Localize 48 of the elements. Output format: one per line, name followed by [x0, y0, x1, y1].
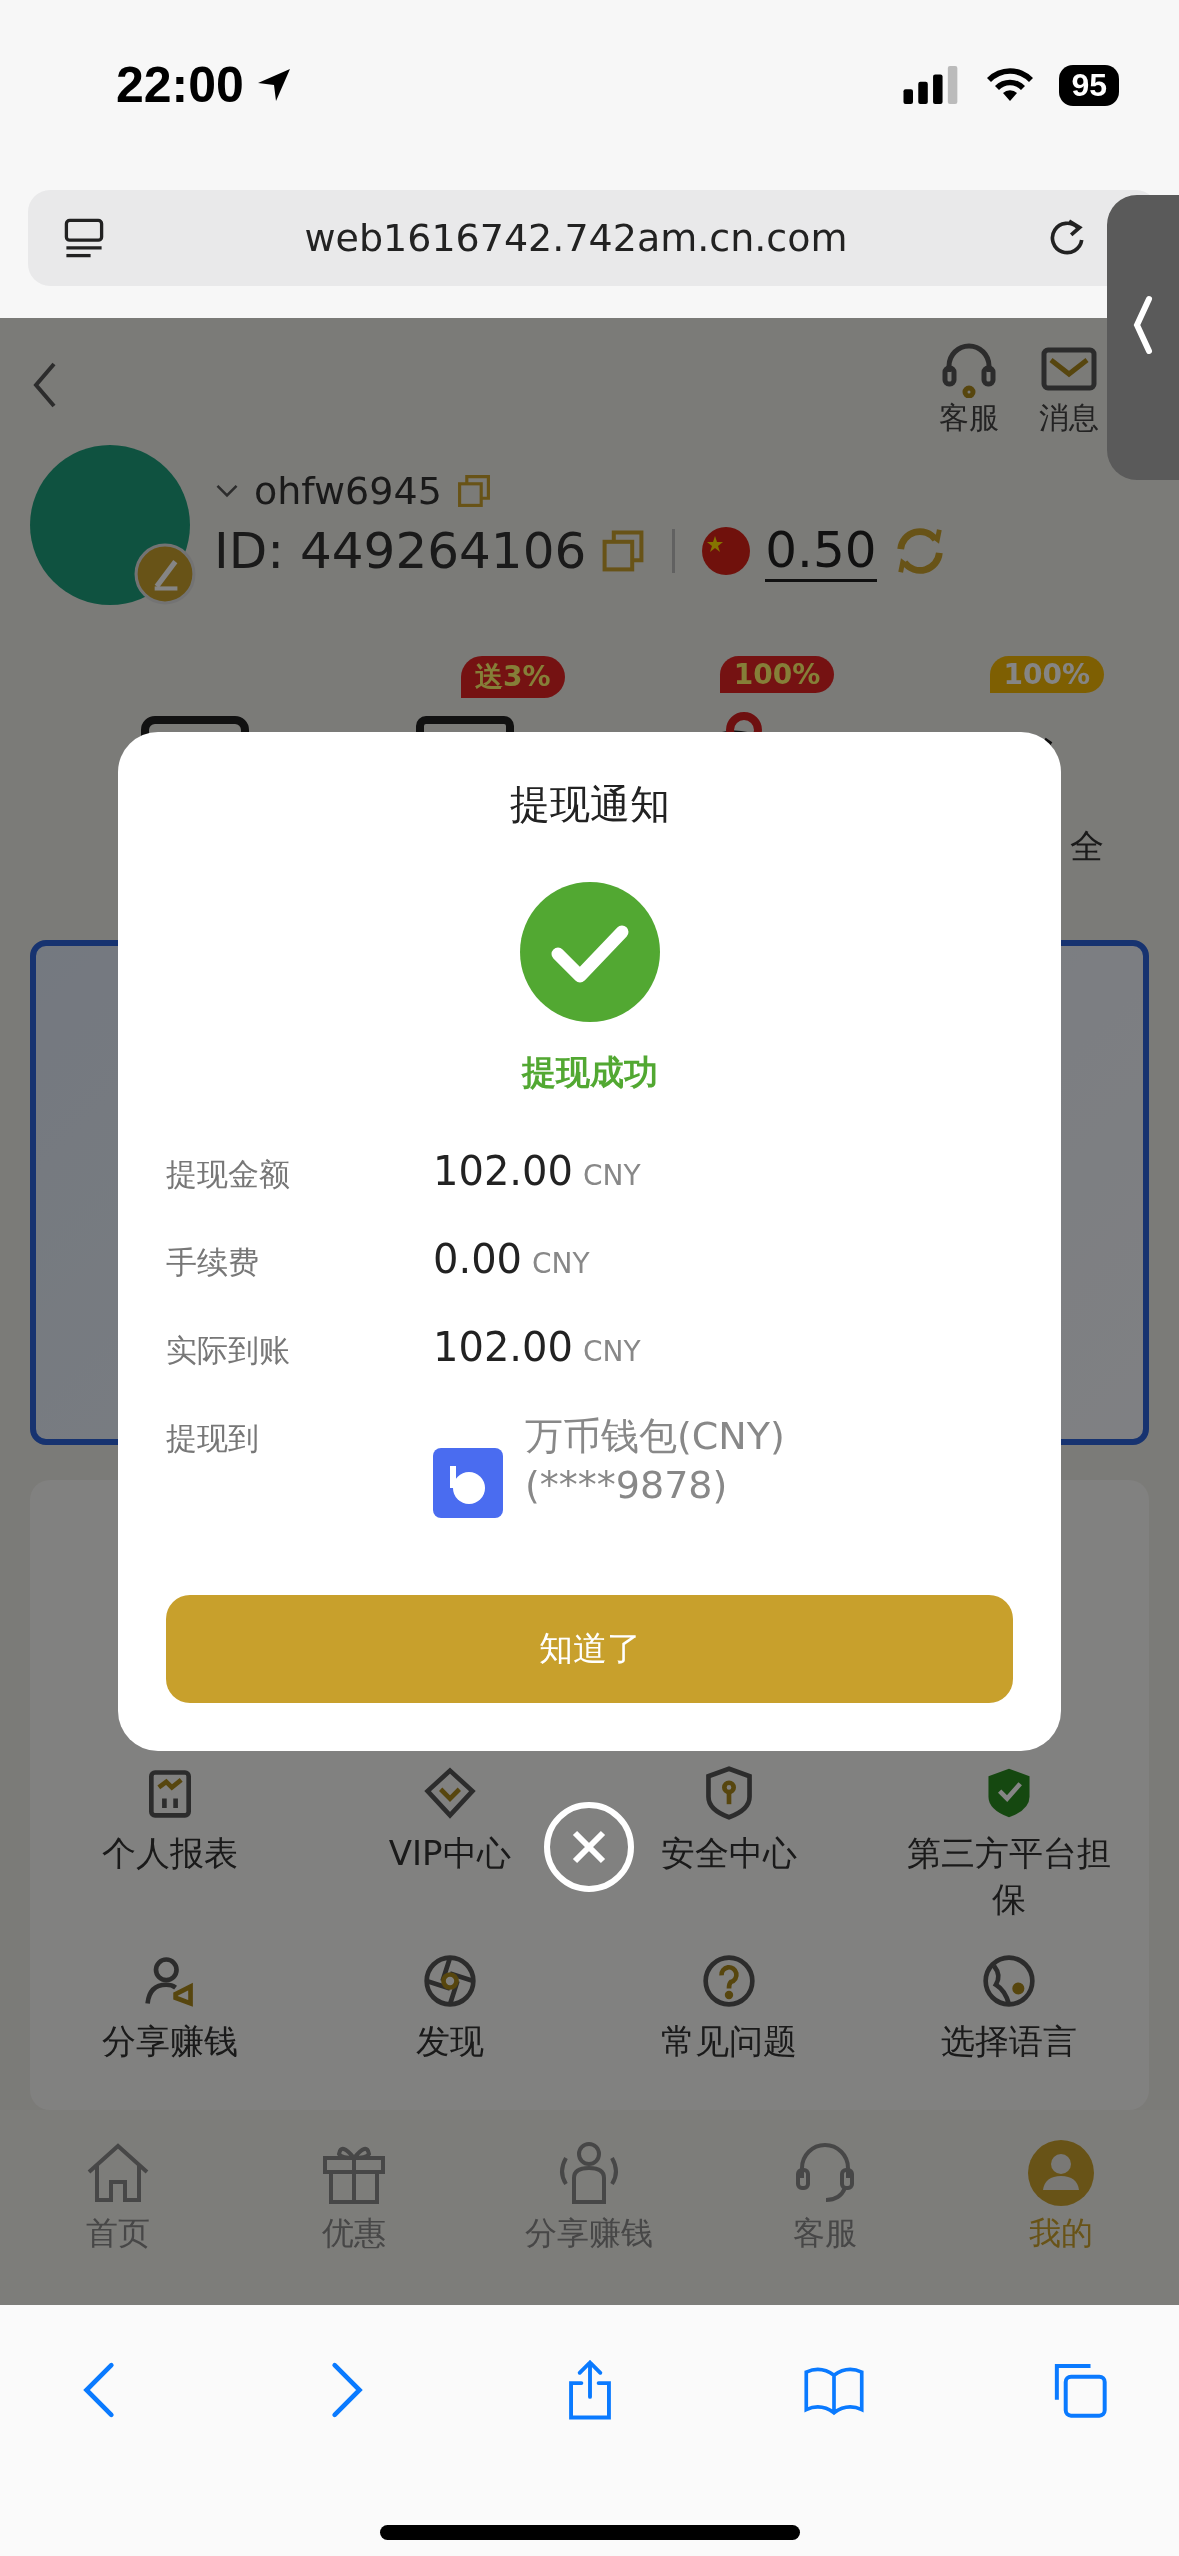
- aperture-icon: [421, 1952, 478, 2009]
- header-action[interactable]: 消息: [1039, 338, 1099, 439]
- chevron-left-icon: [1133, 295, 1153, 355]
- currency-code: CNY: [582, 1335, 641, 1368]
- globe-icon: [981, 1952, 1038, 2009]
- menu-item[interactable]: 第三方平台担保: [869, 1765, 1149, 1923]
- detail-label: 实际到账: [166, 1331, 291, 1370]
- page-menu-icon[interactable]: [62, 216, 106, 260]
- bonus-badge: 100%: [719, 656, 835, 693]
- question-icon: [701, 1952, 758, 2009]
- menu-item[interactable]: 常见问题: [589, 1952, 870, 2065]
- bonus-badge: 送3%: [461, 656, 565, 698]
- status-time: 22:00: [116, 56, 244, 114]
- amount-value: 102.00: [433, 1148, 573, 1194]
- confirm-button[interactable]: 知道了: [166, 1595, 1013, 1703]
- user-id: ID: 449264106: [214, 522, 587, 580]
- battery-indicator: 95: [1059, 64, 1119, 106]
- quick-action-label: 全: [1070, 825, 1105, 868]
- wifi-icon: [985, 67, 1036, 103]
- menu-item[interactable]: VIP中心: [309, 1765, 590, 1923]
- currency-code: CNY: [582, 1159, 641, 1192]
- detail-label: 提现到: [166, 1419, 260, 1458]
- username: ohfw6945: [254, 468, 442, 513]
- bonus-badge: 100%: [989, 656, 1105, 693]
- success-check-icon: [519, 882, 660, 1022]
- header-action[interactable]: 客服: [939, 338, 999, 439]
- detail-label: 手续费: [166, 1243, 260, 1282]
- wallet-account: (****9878): [525, 1462, 729, 1510]
- close-icon[interactable]: [543, 1801, 635, 1893]
- dialog-title: 提现通知: [509, 780, 670, 829]
- menu-item[interactable]: 安全中心: [589, 1765, 870, 1923]
- menu-item[interactable]: 分享赚钱: [30, 1952, 310, 2065]
- side-tab[interactable]: [1107, 195, 1179, 480]
- balance-amount: 0.50: [765, 520, 877, 582]
- flag-icon: [701, 526, 752, 576]
- wallet-logo-icon: [433, 1448, 503, 1518]
- url-text: web1616742.742am.cn.com: [303, 216, 849, 260]
- amount-value: 102.00: [433, 1324, 573, 1370]
- wallet-name: 万币钱包(CNY): [525, 1413, 785, 1460]
- menu-item[interactable]: 选择语言: [869, 1952, 1149, 2065]
- status-text: 提现成功: [521, 1051, 658, 1094]
- amount-value: 0.00: [433, 1236, 523, 1282]
- menu-item[interactable]: 个人报表: [30, 1765, 310, 1923]
- currency-code: CNY: [532, 1247, 590, 1280]
- edit-pencil-icon[interactable]: [134, 543, 196, 605]
- user-icon: [1026, 2138, 1097, 2208]
- menu-item[interactable]: 发现: [309, 1952, 590, 2065]
- detail-label: 提现金额: [166, 1155, 291, 1194]
